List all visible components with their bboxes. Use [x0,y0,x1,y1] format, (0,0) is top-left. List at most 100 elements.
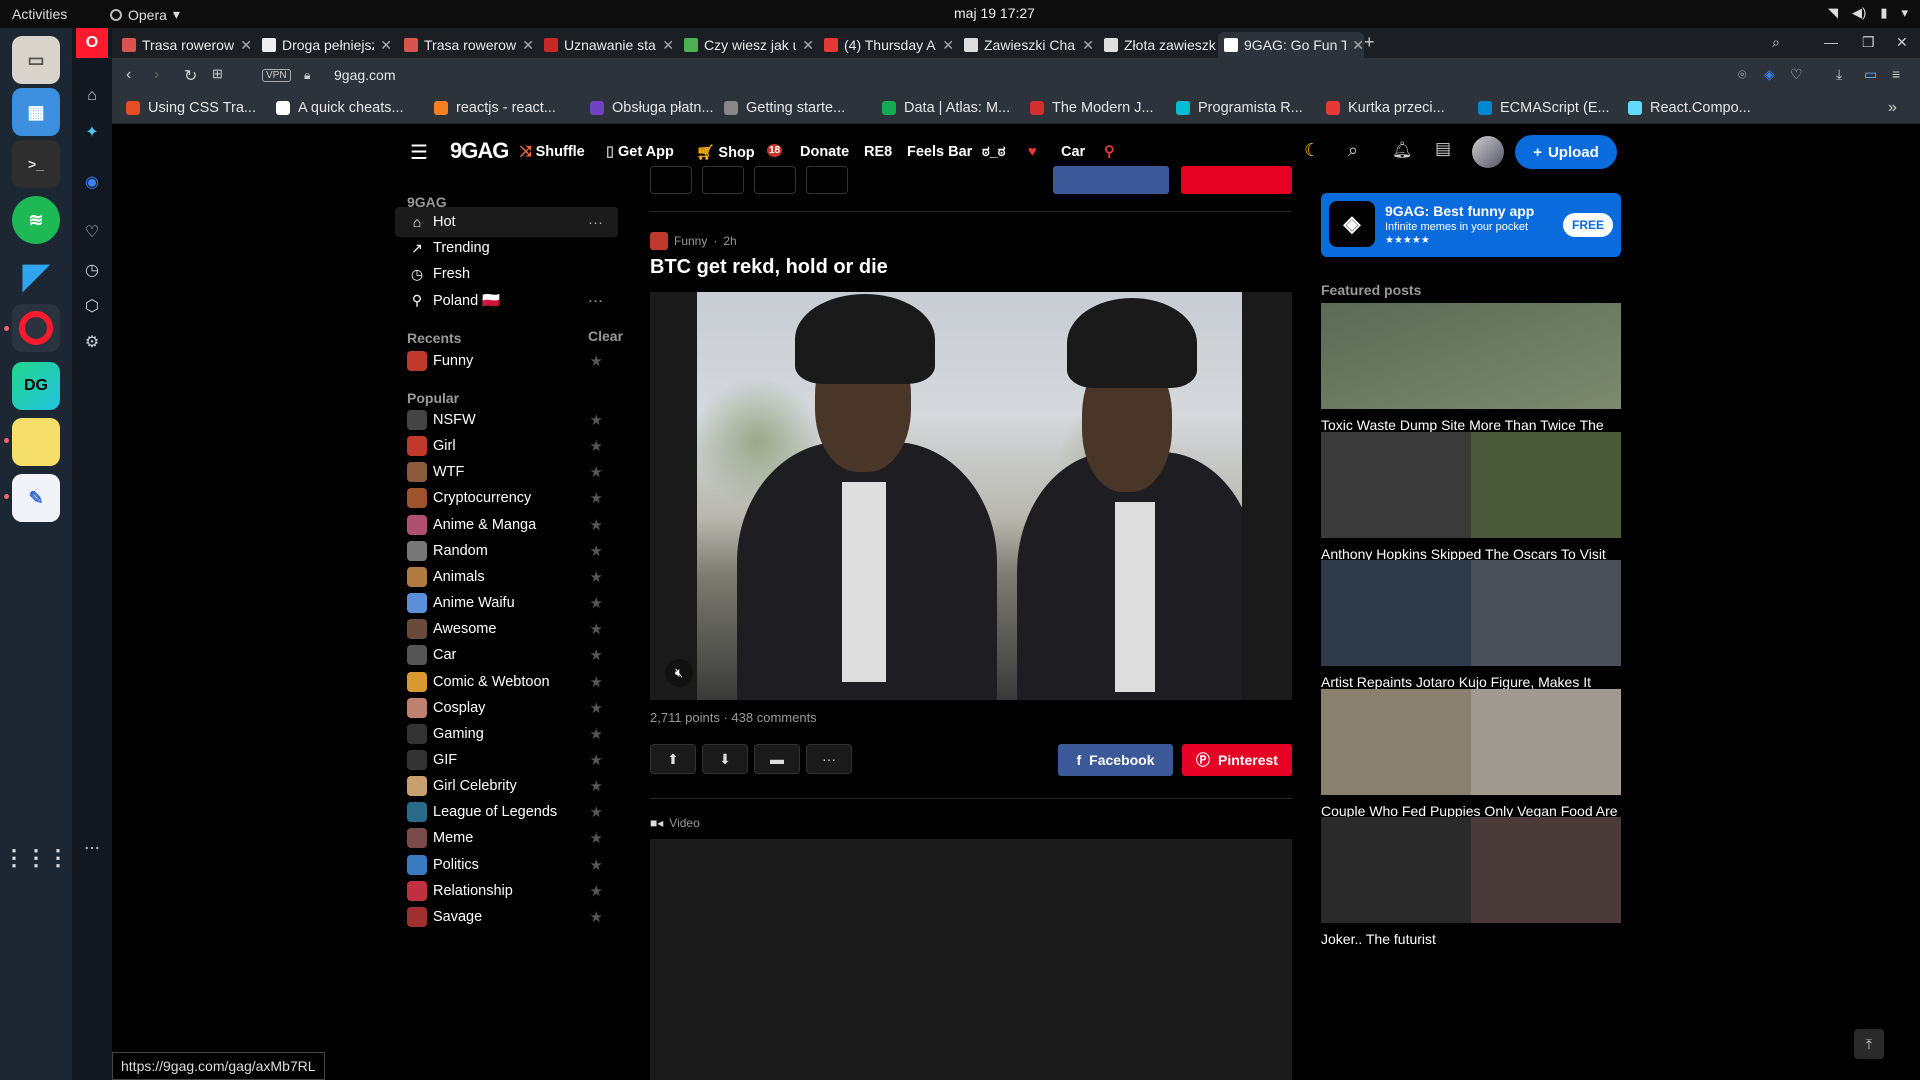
star-icon[interactable]: ★ [590,646,603,664]
tab-6[interactable]: Zawieszki Charm ✕ [958,32,1094,58]
files-app-icon[interactable]: ▭ [12,36,60,84]
system-tray[interactable]: ◥ ◀) ▮ ▾ [1828,5,1908,21]
tabs-grid-icon[interactable]: ⊞ [212,66,223,82]
app-promo-banner[interactable]: ◈ 9GAG: Best funny app Infinite memes in… [1321,193,1621,257]
clear-recents-button[interactable]: Clear [588,328,623,344]
datagrip-icon[interactable]: DG [12,362,60,410]
star-icon[interactable]: ★ [590,411,603,429]
star-icon[interactable]: ★ [590,882,603,900]
prev-downvote-button[interactable] [702,166,744,194]
notifications-icon[interactable]: 🔔︎ [1392,140,1412,160]
bookmarks-more-icon[interactable]: » [1888,99,1897,117]
prev-comment-button[interactable] [754,166,796,194]
prev-upvote-button[interactable] [650,166,692,194]
bookmark-item[interactable]: The Modern J... [1030,100,1154,116]
close-icon[interactable]: ✕ [522,37,534,54]
text-editor-icon[interactable]: ✎ [12,474,60,522]
star-icon[interactable]: ★ [590,542,603,560]
video-player[interactable]: 🔇︎ [650,292,1292,700]
speed-dial-icon[interactable]: ✦ [80,120,104,144]
star-icon[interactable]: ★ [590,829,603,847]
search-tabs-icon[interactable]: ⌕ [1772,34,1780,51]
nav-get-app[interactable]: ▯ Get App [606,144,674,160]
category-item[interactable]: Funny ★ [395,346,618,376]
ellipsis-icon[interactable]: ··· [588,214,603,231]
opera-app-icon[interactable] [12,304,60,352]
promo-cta-button[interactable]: FREE [1563,213,1613,237]
settings-icon[interactable]: ⚙ [80,330,104,354]
upload-button[interactable]: + Upload [1515,135,1617,169]
featured-thumbnail[interactable] [1321,688,1621,795]
prev-pinterest-button[interactable] [1181,166,1292,194]
chat-icon[interactable]: ▤ [1435,139,1451,159]
battery-saver-icon[interactable]: ▭ [1864,66,1877,83]
star-icon[interactable]: ★ [590,673,603,691]
activities-button[interactable]: Activities [12,6,67,22]
bookmark-item[interactable]: A quick cheats... [276,100,404,116]
tab-1[interactable]: Droga pełniejsze ✕ [256,32,392,58]
close-icon[interactable]: ✕ [1082,37,1094,54]
nav-car[interactable]: Car [1061,144,1085,160]
star-icon[interactable]: ★ [590,352,603,370]
star-icon[interactable]: ★ [590,463,603,481]
bookmark-item[interactable]: Programista R... [1176,100,1303,116]
bookmark-item[interactable]: Kurtka przeci... [1326,100,1445,116]
nav-feels-bar[interactable]: Feels Bar [907,144,972,160]
upvote-button[interactable]: ⬆ [650,744,696,774]
forward-icon[interactable]: › [154,66,159,84]
featured-thumbnail[interactable] [1321,560,1621,666]
bookmark-item[interactable]: ECMAScript (E... [1478,100,1610,116]
search-icon[interactable]: ⌕ [1348,140,1358,161]
bookmark-item[interactable]: Obsługa płatn... [590,100,714,116]
featured-thumbnail[interactable] [1321,431,1621,538]
scroll-to-top-button[interactable]: ⤒ [1854,1029,1884,1059]
star-icon[interactable]: ★ [590,908,603,926]
adblock-icon[interactable]: ◈ [1764,66,1775,83]
next-post-section[interactable]: Video [669,816,699,830]
close-icon[interactable]: ✕ [380,37,392,54]
prev-more-button[interactable] [806,166,848,194]
facebook-share-button[interactable]: f Facebook [1058,744,1173,776]
close-icon[interactable]: ✕ [802,37,814,54]
clock[interactable]: maj 19 17:27 [954,5,1035,21]
easy-setup-icon[interactable]: ≡ [1892,66,1900,82]
star-icon[interactable]: ★ [590,568,603,586]
tab-8[interactable]: 9GAG: Go Fun Th ✕ [1218,32,1364,58]
bookmark-item[interactable]: Data | Atlas: M... [882,100,1010,116]
featured-title[interactable]: Joker.. The futurist [1321,929,1621,949]
category-item[interactable]: Savage ★ [395,902,618,932]
downvote-button[interactable]: ⬇ [702,744,748,774]
comment-button[interactable]: ▬ [754,744,800,774]
messenger-icon[interactable]: ◉ [80,170,104,194]
nav-item-poland[interactable]: ⚲ Poland 🇵🇱 ··· [395,285,618,315]
spotify-icon[interactable]: ≋ [12,196,60,244]
star-icon[interactable]: ★ [590,856,603,874]
star-icon[interactable]: ★ [590,803,603,821]
star-icon[interactable]: ★ [590,437,603,455]
back-icon[interactable]: ‹ [126,66,131,84]
avatar[interactable] [1472,136,1504,168]
show-apps-icon[interactable]: ⋮⋮⋮ [3,834,69,882]
star-icon[interactable]: ★ [590,725,603,743]
history-icon[interactable]: ◷ [80,258,104,282]
tab-7[interactable]: Złota zawieszka✕ [1098,32,1234,58]
close-icon[interactable]: ✕ [240,37,252,54]
tab-0[interactable]: Trasa rowerowa ✕ [116,32,252,58]
tab-3[interactable]: Uznawanie stażu ✕ [538,32,674,58]
star-icon[interactable]: ★ [590,516,603,534]
bookmark-item[interactable]: React.Compo... [1628,100,1751,116]
nav-donate[interactable]: Donate [800,144,849,160]
minimize-icon[interactable]: — [1824,34,1838,50]
dark-mode-icon[interactable]: ☾ [1304,140,1320,161]
star-icon[interactable]: ★ [590,751,603,769]
new-tab-button[interactable]: + [1364,32,1375,53]
star-icon[interactable]: ★ [590,594,603,612]
featured-thumbnail[interactable] [1321,303,1621,409]
nav-shuffle[interactable]: ⤨ Shuffle [520,144,585,160]
home-icon[interactable]: ⌂ [80,84,104,108]
snapshot-icon[interactable]: ⌾ [1738,66,1746,83]
site-logo[interactable]: 9GAG [450,138,509,164]
pinterest-share-button[interactable]: Ⓟ Pinterest [1182,744,1292,776]
hamburger-menu-icon[interactable]: ☰ [410,140,428,165]
tab-2[interactable]: Trasa rowerowa ✕ [398,32,534,58]
